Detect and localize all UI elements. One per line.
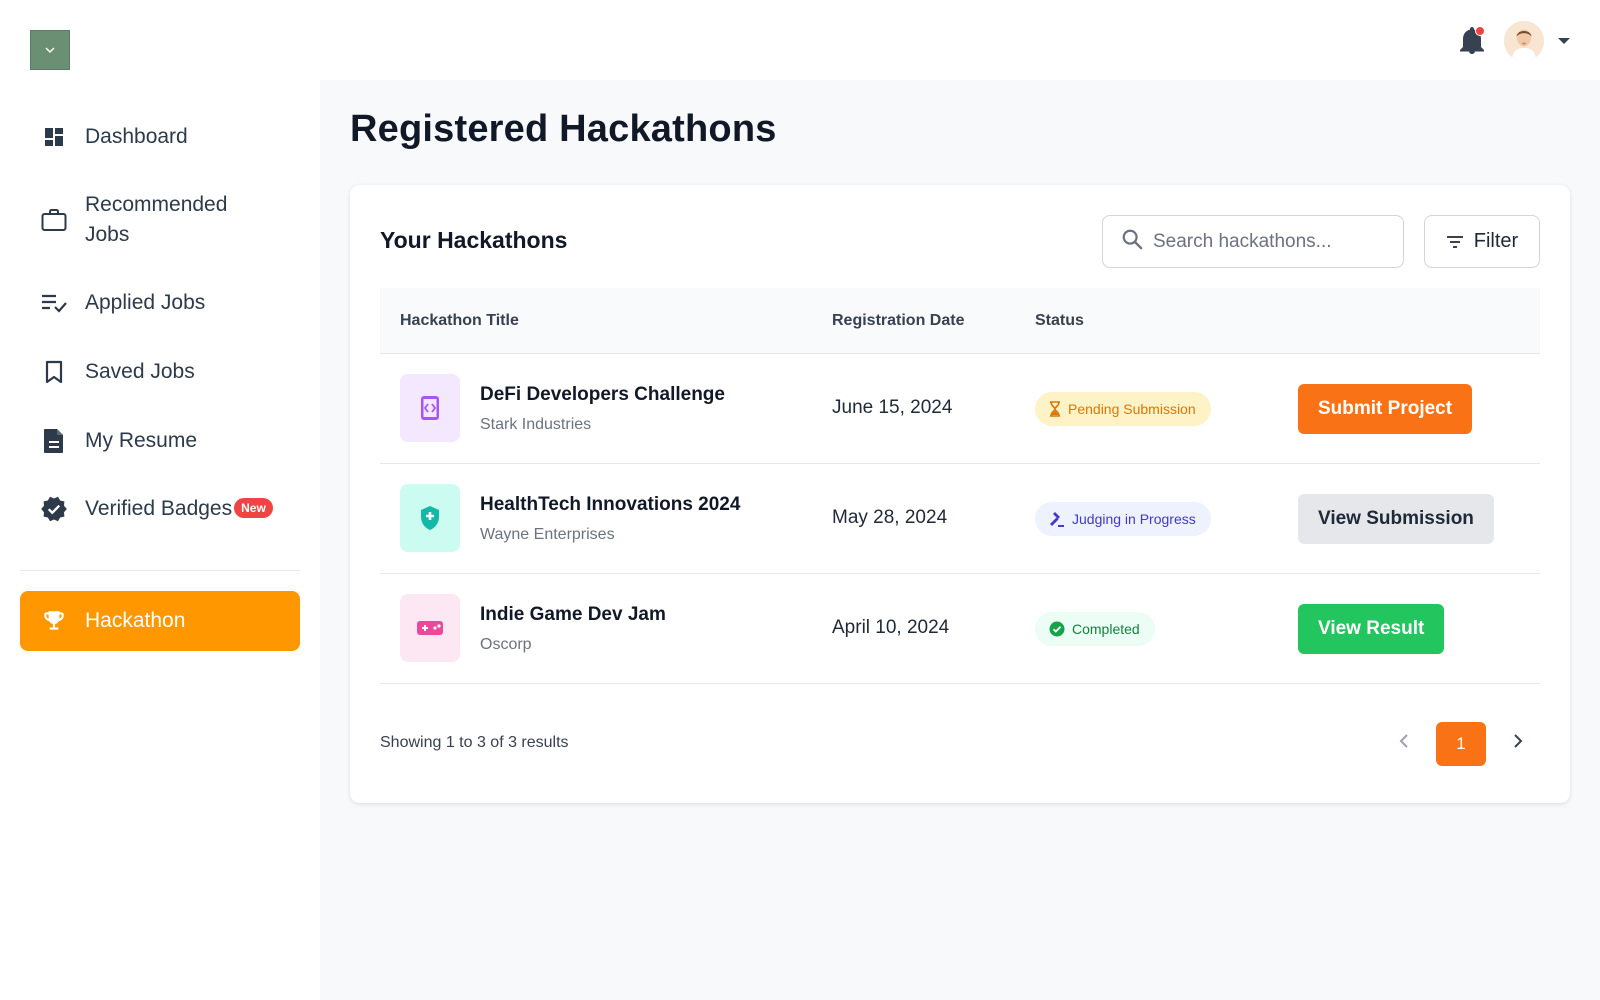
top-bar [0, 0, 1600, 80]
app-logo[interactable] [30, 30, 70, 70]
sidebar-item-hackathon[interactable]: Hackathon [20, 591, 300, 651]
document-icon [40, 427, 68, 455]
view-submission-button[interactable]: View Submission [1298, 494, 1494, 544]
results-summary: Showing 1 to 3 of 3 results [380, 734, 569, 751]
filter-label: Filter [1473, 230, 1519, 252]
sidebar-item-label: Saved Jobs [85, 360, 195, 383]
sidebar-item-label: Dashboard [85, 125, 188, 148]
sidebar-item-label: Applied Jobs [85, 291, 206, 314]
search-icon [1121, 228, 1143, 255]
table-row: DeFi Developers Challenge Stark Industri… [380, 354, 1540, 464]
sidebar-item-my-resume[interactable]: My Resume [20, 425, 300, 457]
column-header-status: Status [1035, 312, 1084, 329]
sidebar-item-saved-jobs[interactable]: Saved Jobs [20, 356, 300, 388]
status-badge: Judging in Progress [1035, 502, 1211, 536]
registration-date: May 28, 2024 [832, 507, 948, 528]
status-label: Completed [1072, 621, 1140, 637]
hackathons-card: Your Hackathons Filter Hackathon Title R… [350, 185, 1570, 803]
sidebar-item-label: My Resume [85, 429, 198, 452]
registration-date: April 10, 2024 [832, 617, 950, 638]
column-header-title: Hackathon Title [400, 312, 519, 329]
user-avatar[interactable] [1504, 21, 1544, 61]
verified-icon [40, 495, 68, 523]
hackathon-title: Indie Game Dev Jam [480, 604, 666, 625]
hourglass-icon [1049, 401, 1061, 417]
status-badge: Completed [1035, 612, 1155, 646]
sidebar-item-recommended-jobs[interactable]: Recommended Jobs [20, 190, 300, 250]
notification-dot [1475, 26, 1485, 36]
health-shield-icon [400, 484, 460, 552]
search-input[interactable] [1153, 230, 1383, 253]
registration-date: June 15, 2024 [832, 397, 953, 418]
check-circle-icon [1049, 621, 1065, 637]
filter-icon [1446, 235, 1464, 249]
hackathon-organizer: Stark Industries [480, 416, 592, 433]
gamepad-icon [400, 594, 460, 662]
page-number-button[interactable]: 1 [1436, 722, 1486, 766]
sidebar-divider [20, 570, 300, 571]
status-badge: Pending Submission [1035, 392, 1211, 426]
chevron-left-icon[interactable] [1394, 729, 1414, 753]
briefcase-icon [40, 206, 68, 234]
sidebar-item-label: Verified Badges [85, 497, 233, 520]
caret-down-icon[interactable] [1558, 38, 1570, 44]
bookmark-icon [40, 358, 68, 386]
column-header-date: Registration Date [832, 312, 965, 329]
new-badge: New [234, 498, 273, 518]
table-row: HealthTech Innovations 2024 Wayne Enterp… [380, 464, 1540, 574]
chevron-right-icon[interactable] [1508, 729, 1528, 753]
filter-button[interactable]: Filter [1424, 215, 1540, 268]
dashboard-icon [40, 123, 68, 151]
hackathon-title: DeFi Developers Challenge [480, 384, 725, 405]
hackathon-organizer: Wayne Enterprises [480, 526, 615, 543]
code-icon [400, 374, 460, 442]
status-label: Judging in Progress [1072, 511, 1196, 527]
gavel-icon [1049, 511, 1065, 527]
hackathon-title: HealthTech Innovations 2024 [480, 494, 741, 515]
sidebar-item-label: Hackathon [85, 609, 186, 632]
table-header: Hackathon Title Registration Date Status [380, 288, 1540, 354]
table-row: Indie Game Dev Jam Oscorp April 10, 2024… [380, 574, 1540, 684]
page-title: Registered Hackathons [350, 108, 777, 150]
view-result-button[interactable]: View Result [1298, 604, 1445, 654]
bell-icon[interactable] [1458, 26, 1486, 56]
search-box [1102, 215, 1404, 268]
submit-project-button[interactable]: Submit Project [1298, 384, 1473, 434]
trophy-icon [40, 607, 68, 635]
sidebar-item-verified-badges[interactable]: Verified Badges New [20, 493, 300, 525]
sidebar-item-dashboard[interactable]: Dashboard [20, 121, 300, 153]
sidebar-item-applied-jobs[interactable]: Applied Jobs [20, 287, 300, 319]
card-title: Your Hackathons [380, 227, 568, 253]
hackathon-organizer: Oscorp [480, 636, 532, 653]
status-label: Pending Submission [1068, 401, 1196, 417]
checklist-icon [40, 289, 68, 317]
sidebar-item-label: Recommended Jobs [85, 193, 228, 246]
sidebar: Dashboard Recommended Jobs Applied Jobs … [0, 80, 320, 1000]
user-area [1458, 20, 1570, 62]
